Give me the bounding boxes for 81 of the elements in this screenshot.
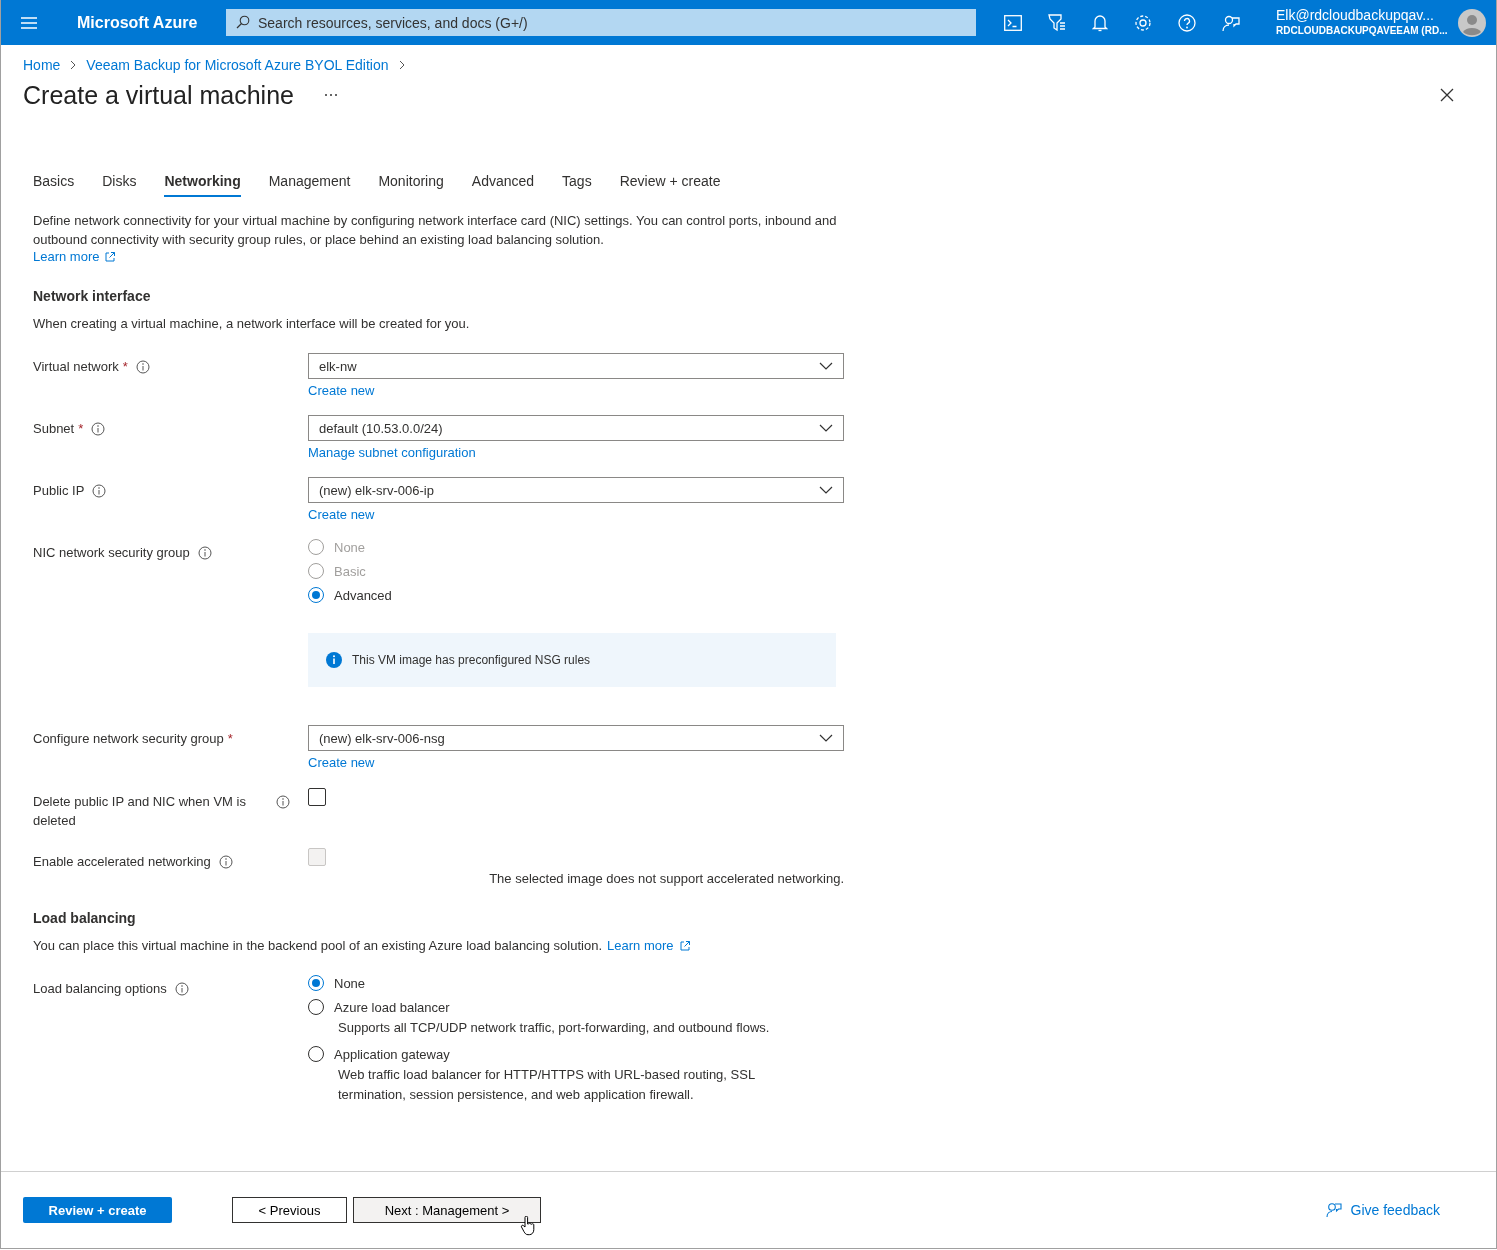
- dropdown-field[interactable]: elk-nw: [308, 353, 844, 379]
- external-link-icon: [678, 939, 691, 952]
- tab[interactable]: Disks: [102, 165, 137, 197]
- more-icon[interactable]: [323, 93, 338, 97]
- field-label: Virtual network: [33, 358, 119, 376]
- dropdown-field[interactable]: default (10.53.0.0/24): [308, 415, 844, 441]
- search-icon: [236, 15, 250, 29]
- feedback-icon: [1325, 1202, 1342, 1218]
- section-description: You can place this virtual machine in the backend pool of an existing Azure load balancing solution.: [33, 938, 602, 953]
- chevron-down-icon: [819, 486, 833, 494]
- close-icon[interactable]: [1440, 88, 1454, 102]
- external-link-icon: [104, 250, 117, 263]
- info-icon[interactable]: [135, 360, 150, 374]
- tab[interactable]: Review + create: [619, 165, 721, 197]
- option-label[interactable]: Advanced: [334, 587, 392, 603]
- tab[interactable]: Networking: [164, 165, 241, 197]
- tab[interactable]: Tags: [562, 165, 592, 197]
- terminal-icon[interactable]: [1004, 14, 1022, 31]
- info-icon[interactable]: [91, 422, 106, 436]
- feedback-link[interactable]: Give feedback: [1325, 1202, 1440, 1218]
- hand-cursor-icon: [520, 1216, 536, 1236]
- footer-button[interactable]: < Previous: [232, 1197, 347, 1223]
- field-label: Subnet: [33, 420, 75, 438]
- help-icon[interactable]: [1178, 13, 1196, 32]
- option-label[interactable]: Application gateway: [334, 1046, 450, 1062]
- tenant-name[interactable]: RDCLOUDBACKUPQAVEEAM (RD...: [1276, 22, 1458, 39]
- tab[interactable]: Advanced: [471, 165, 535, 197]
- create-link[interactable]: Create new: [308, 755, 375, 770]
- section-heading: Network interface: [33, 288, 152, 304]
- chevron-down-icon: [819, 734, 833, 742]
- search-field[interactable]: Search resources, services, and docs (G+/): [226, 9, 976, 36]
- checkbox[interactable]: [308, 788, 326, 806]
- option-description: Supports all TCP/UDP network traffic, port-forwarding, and outbound flows.: [338, 1019, 771, 1037]
- settings-icon[interactable]: [1134, 13, 1152, 32]
- field-label: NIC network security group: [33, 544, 190, 562]
- user-name[interactable]: Elk@rdcloudbackupqav...: [1276, 6, 1458, 23]
- create-link[interactable]: Create new: [308, 383, 375, 398]
- create-link[interactable]: Manage subnet configuration: [308, 445, 476, 460]
- tab[interactable]: Basics: [33, 165, 75, 197]
- learn-more-link[interactable]: Learn more: [607, 938, 674, 953]
- field-label: Configure network security group: [33, 730, 224, 748]
- info-icon[interactable]: [276, 795, 290, 809]
- dropdown-field[interactable]: (new) elk-srv-006-ip: [308, 477, 844, 503]
- tab[interactable]: Monitoring: [378, 165, 444, 197]
- info-icon[interactable]: [174, 982, 189, 996]
- banner-text: This VM image has preconfigured NSG rules: [352, 653, 591, 667]
- learn-more-link[interactable]: Learn more: [33, 249, 100, 264]
- brand-name[interactable]: Microsoft Azure: [77, 13, 226, 32]
- chevron-down-icon: [819, 424, 833, 432]
- required-mark: *: [122, 358, 128, 376]
- create-link[interactable]: Create new: [308, 507, 375, 522]
- required-mark: *: [227, 730, 233, 748]
- chevron-right-icon: [397, 60, 406, 70]
- note-text: The selected image does not support accelerated networking.: [489, 871, 844, 886]
- info-icon: [326, 652, 342, 668]
- breadcrumb-link[interactable]: Veeam Backup for Microsoft Azure BYOL Edition: [86, 57, 389, 73]
- section-description: When creating a virtual machine, a network interface will be created for you.: [33, 316, 470, 331]
- field-label: Delete public IP and NIC when VM is deleted: [33, 793, 247, 830]
- feedback-icon[interactable]: [1222, 13, 1240, 32]
- chevron-down-icon: [819, 362, 833, 370]
- option-label[interactable]: None: [334, 975, 366, 991]
- tab[interactable]: Management: [268, 165, 351, 197]
- info-icon[interactable]: [197, 546, 212, 560]
- field-label: Enable accelerated networking: [33, 853, 211, 871]
- field-label: Load balancing options: [33, 980, 167, 998]
- description-text: Define network connectivity for your virtual machine by configuring network interface card (NIC) settings. You can control ports, inbound and outbound connectivity with security group rules, or place behind an existing load balancing solution.: [33, 213, 837, 247]
- filter-icon[interactable]: [1048, 13, 1066, 32]
- dropdown-field[interactable]: (new) elk-srv-006-nsg: [308, 725, 844, 751]
- required-mark: *: [78, 420, 84, 438]
- info-icon[interactable]: [92, 484, 107, 498]
- avatar-icon[interactable]: [1458, 8, 1486, 37]
- menu-icon[interactable]: [21, 16, 37, 29]
- section-heading: Load balancing: [33, 910, 137, 926]
- option-description: Web traffic load balancer for HTTP/HTTPS with URL-based routing, SSL termination, session persistence, and web application firewall.: [338, 1066, 756, 1104]
- notification-icon[interactable]: [1092, 13, 1108, 32]
- chevron-right-icon: [69, 60, 78, 70]
- page-title: Create a virtual machine: [23, 80, 294, 110]
- field-label: Public IP: [33, 482, 85, 500]
- option-label[interactable]: Azure load balancer: [334, 999, 450, 1015]
- footer-button[interactable]: Review + create: [23, 1197, 172, 1223]
- breadcrumb-link[interactable]: Home: [23, 57, 61, 73]
